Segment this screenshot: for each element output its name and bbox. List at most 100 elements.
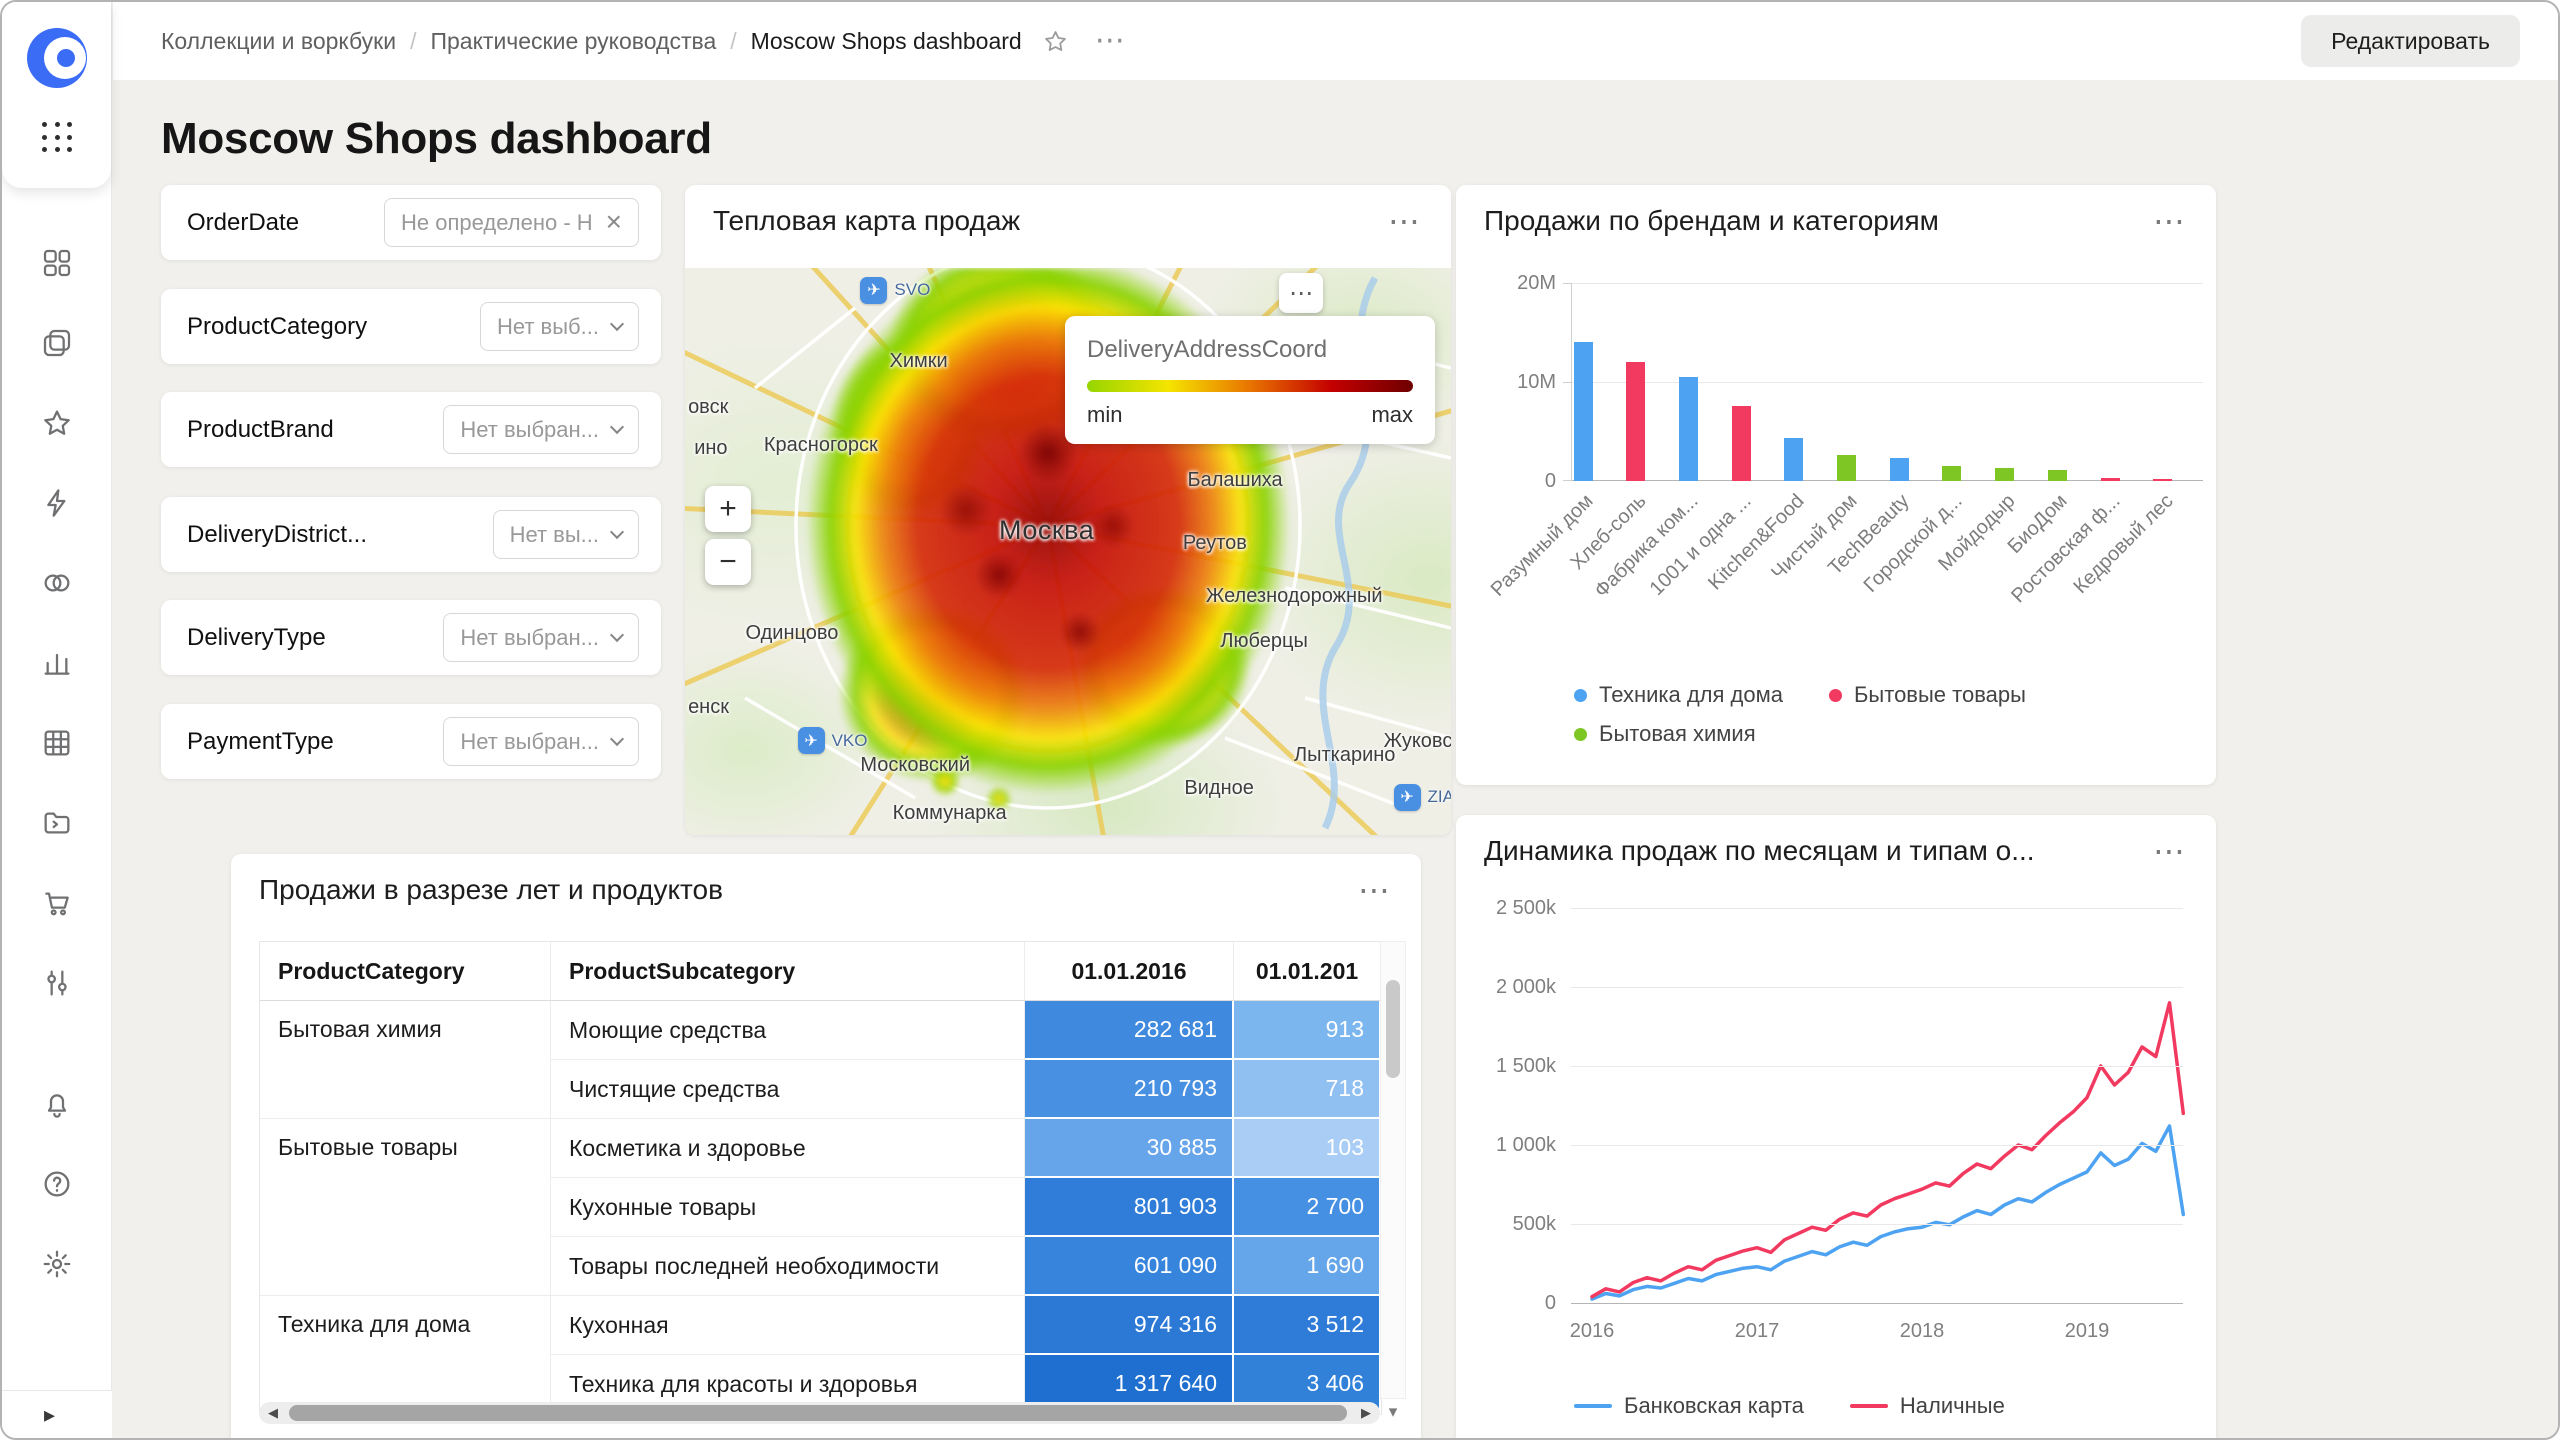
card-header: Продажи в разрезе лет и продуктов ⋯ — [231, 854, 1421, 906]
card-menu-icon[interactable]: ⋯ — [1388, 205, 1421, 237]
bar-5[interactable] — [1784, 438, 1803, 481]
legend-item[interactable]: Бытовые товары — [1829, 682, 2026, 708]
bar-2[interactable] — [1626, 362, 1645, 481]
workbooks-icon[interactable] — [41, 327, 73, 359]
value-cell: 103 — [1234, 1119, 1381, 1178]
table-row: Техника для домаКухонная974 3163 512 — [260, 1296, 1381, 1355]
bar-8[interactable] — [1942, 466, 1961, 481]
value-cell: 1 690 — [1234, 1237, 1381, 1296]
card-menu-icon[interactable]: ⋯ — [2153, 835, 2186, 867]
value-cell: 3 512 — [1234, 1296, 1381, 1355]
bar-10[interactable] — [2048, 470, 2067, 481]
filter-value: Нет выбран... — [460, 625, 599, 651]
legend-item[interactable]: Наличные — [1850, 1393, 2005, 1419]
value-cell: 30 885 — [1025, 1119, 1234, 1178]
marketplace-icon[interactable] — [41, 887, 73, 919]
x-axis-label: 2016 — [1557, 1320, 1627, 1343]
scroll-left-icon[interactable]: ◀ — [261, 1402, 285, 1424]
filter-label: ProductBrand — [187, 416, 334, 444]
zoom-out-button[interactable]: − — [705, 539, 751, 585]
charts-icon[interactable] — [41, 647, 73, 679]
moscow-map[interactable]: ХимкиКрасногорсковскиноОдинцовоенскМоскв… — [685, 268, 1451, 835]
breadcrumb-more-icon[interactable]: ⋯ — [1095, 26, 1125, 56]
bar-12[interactable] — [2153, 479, 2172, 481]
bar-11[interactable] — [2101, 478, 2120, 482]
bar-1[interactable] — [1574, 342, 1593, 481]
bar-x-axis: Разумный домХлеб-сольФабрика ком...1001 … — [1571, 490, 2203, 675]
bar-6[interactable] — [1837, 455, 1856, 481]
settings-icon[interactable] — [41, 1248, 73, 1280]
legend-item[interactable]: Бытовая химия — [1574, 721, 1756, 747]
help-icon[interactable] — [41, 1168, 73, 1200]
apps-grid-icon[interactable] — [42, 122, 74, 154]
productbrand-control[interactable]: Нет выбран... — [443, 405, 639, 454]
favorites-icon[interactable] — [41, 407, 73, 439]
bar-7[interactable] — [1890, 458, 1909, 481]
card-menu-icon[interactable]: ⋯ — [1358, 874, 1391, 906]
chevron-down-icon — [610, 731, 624, 745]
column-header[interactable]: 01.01.2016 — [1025, 942, 1234, 1001]
map-zoom-controls: + − — [705, 486, 751, 585]
column-header[interactable]: ProductSubcategory — [551, 942, 1025, 1001]
services-icon[interactable] — [41, 967, 73, 999]
column-header[interactable]: ProductCategory — [260, 942, 551, 1001]
value-cell: 718 — [1234, 1060, 1381, 1119]
gridline — [1571, 987, 2183, 988]
dashboard-content: Moscow Shops dashboard OrderDateНе опред… — [113, 80, 2558, 1438]
map-options-icon[interactable]: ⋯ — [1279, 273, 1323, 313]
legend-label: Бытовая химия — [1599, 721, 1756, 747]
vertical-scroll-thumb[interactable] — [1386, 980, 1400, 1078]
notifications-icon[interactable] — [41, 1088, 73, 1120]
deliverydistrict-control[interactable]: Нет вы... — [493, 510, 639, 559]
card-menu-icon[interactable]: ⋯ — [2153, 205, 2186, 237]
column-header[interactable]: 01.01.201 — [1234, 942, 1381, 1001]
y-axis-label: 0 — [1456, 1291, 1556, 1315]
vertical-scrollbar[interactable] — [1380, 941, 1406, 1399]
filter-label: DeliveryDistrict... — [187, 521, 367, 549]
gridline — [1572, 382, 2203, 383]
map-label: Московский — [860, 754, 970, 777]
sidebar-footer: ▸ — [2, 1390, 112, 1438]
paymenttype-control[interactable]: Нет выбран... — [443, 717, 639, 766]
favorite-star-icon[interactable] — [1042, 28, 1069, 55]
map-label: Реутов — [1183, 532, 1247, 555]
y-axis-label: 2 000k — [1456, 975, 1556, 999]
bar-9[interactable] — [1995, 468, 2014, 481]
filter-value: Нет выбран... — [460, 729, 599, 755]
editor-icon[interactable] — [41, 727, 73, 759]
axis-tick — [1563, 382, 1572, 383]
bar-4[interactable] — [1732, 406, 1751, 481]
filter-paymenttype: PaymentTypeНет выбран... — [161, 704, 661, 779]
orderdate-control[interactable]: Не определено - Н× — [384, 198, 639, 247]
sidebar-header — [2, 2, 111, 188]
zoom-in-button[interactable]: + — [705, 486, 751, 532]
axis-tick — [1563, 480, 1572, 481]
bar-3[interactable] — [1679, 377, 1698, 481]
edit-button[interactable]: Редактировать — [2301, 15, 2520, 67]
bar-chart-card: Продажи по брендам и категориям ⋯ 20M10M… — [1456, 185, 2216, 785]
breadcrumb-item[interactable]: Практические руководства — [430, 28, 716, 55]
breadcrumb-item[interactable]: Коллекции и воркбуки — [161, 28, 396, 55]
dashboards-icon[interactable] — [41, 247, 73, 279]
productcategory-control[interactable]: Нет выб... — [480, 302, 639, 351]
legend-label: Банковская карта — [1624, 1393, 1804, 1419]
line-chart-card: Динамика продаж по месяцам и типам о... … — [1456, 815, 2216, 1440]
legend-item[interactable]: Банковская карта — [1574, 1393, 1804, 1419]
gridline — [1571, 1303, 2183, 1304]
x-axis-label: 2017 — [1722, 1320, 1792, 1343]
datalens-logo-icon[interactable] — [27, 28, 87, 88]
clear-icon[interactable]: × — [606, 211, 622, 233]
scroll-right-icon[interactable]: ▶ — [1354, 1402, 1378, 1424]
scroll-down-icon[interactable]: ▾ — [1380, 1399, 1406, 1425]
map-label: Одинцово — [746, 622, 839, 645]
connections-icon[interactable] — [41, 487, 73, 519]
legend-item[interactable]: Техника для дома — [1574, 682, 1783, 708]
expand-sidebar-icon[interactable]: ▸ — [44, 1402, 55, 1428]
horizontal-scrollbar[interactable]: ◀ ▶ — [259, 1402, 1380, 1424]
deliverytype-control[interactable]: Нет выбран... — [443, 613, 639, 662]
sql-icon[interactable] — [41, 807, 73, 839]
datasets-icon[interactable] — [41, 567, 73, 599]
map-label: Коммунарка — [893, 802, 1007, 825]
airport-vko: ✈VKO — [798, 727, 868, 754]
horizontal-scroll-thumb[interactable] — [289, 1405, 1347, 1421]
